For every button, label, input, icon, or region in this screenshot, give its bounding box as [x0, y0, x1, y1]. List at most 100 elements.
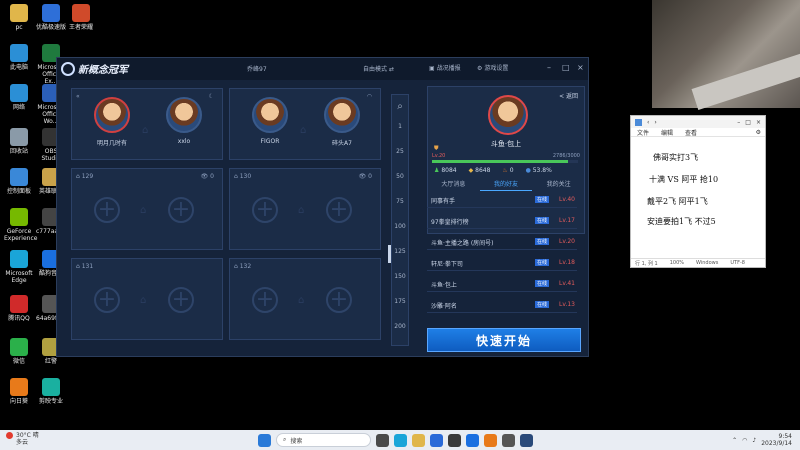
desktop-icon[interactable]: 此电脑: [4, 44, 34, 71]
close-icon[interactable]: ×: [756, 119, 761, 126]
player-avatar[interactable]: [324, 97, 360, 133]
back-arrow-icon[interactable]: «: [76, 93, 80, 100]
empty-slot[interactable]: [94, 287, 120, 313]
menu-file[interactable]: 文件: [637, 128, 649, 137]
record-button[interactable]: ▣ 战况播报: [429, 63, 461, 72]
desktop-icon[interactable]: Microsoft Edge: [4, 250, 34, 284]
menu-view[interactable]: 查看: [685, 128, 697, 137]
desktop-icon[interactable]: 微信: [4, 338, 34, 365]
clock-time: 9:54: [778, 433, 792, 440]
scroll-thumb[interactable]: [388, 245, 391, 263]
index-number[interactable]: 150: [392, 273, 408, 280]
forward-icon[interactable]: ›: [654, 119, 656, 126]
weather-widget[interactable]: 30°C 晴 多云: [6, 432, 39, 446]
back-button[interactable]: < 返回: [559, 91, 578, 100]
maximize-icon[interactable]: □: [745, 119, 751, 126]
task-view-icon[interactable]: [376, 433, 389, 447]
friend-level: Lv.17: [559, 217, 575, 224]
index-number[interactable]: 1: [392, 123, 408, 130]
room-card[interactable]: ⌂ 131 ⌂: [71, 258, 223, 340]
edge-icon[interactable]: [394, 433, 407, 447]
desktop-icon-label: 控制面板: [6, 188, 31, 195]
app-icon[interactable]: [484, 433, 497, 447]
room-card[interactable]: ⌂ 130 👁 0 ⌂: [229, 168, 381, 250]
index-number[interactable]: 50: [392, 173, 408, 180]
index-number[interactable]: 100: [392, 223, 408, 230]
profile-avatar[interactable]: [488, 95, 528, 135]
empty-slot[interactable]: [168, 287, 194, 313]
settings-icon[interactable]: ⚙: [756, 129, 761, 136]
game-window[interactable]: 新概念冠军 乔峰97 自由模式 ⇄ ▣ 战况播报 ⚙ 游戏设置 – □ × « …: [56, 57, 589, 357]
index-number[interactable]: 200: [392, 323, 408, 330]
quick-start-button[interactable]: 快速开始: [427, 328, 581, 352]
obs-icon[interactable]: [448, 433, 461, 447]
folder-icon[interactable]: [412, 433, 425, 447]
desktop-icon[interactable]: 回收站: [4, 128, 34, 155]
search-box[interactable]: ⌕ 搜索: [276, 433, 371, 447]
wifi-icon[interactable]: ◠: [742, 437, 747, 444]
friend-row[interactable]: 同事有手 在线 Lv.40: [427, 192, 577, 208]
tab-follow[interactable]: 我的关注: [532, 179, 585, 191]
room-card[interactable]: ⌂ 129 👁 0 ⌂: [71, 168, 223, 250]
desktop-icon[interactable]: 剪映专业: [36, 378, 66, 405]
system-tray: ⌃ ◠ ♪ 9:54 2023/9/14: [732, 433, 792, 447]
room-card[interactable]: ◠ ⌂ FIGOR 碎头A7: [229, 88, 381, 160]
app-icon[interactable]: [502, 433, 515, 447]
desktop-icon[interactable]: 控制面板: [4, 168, 34, 195]
maximize-button[interactable]: □: [562, 63, 570, 72]
tab-lobby[interactable]: 大厅消息: [427, 179, 480, 191]
index-number[interactable]: 75: [392, 198, 408, 205]
minimize-icon[interactable]: –: [737, 119, 740, 126]
player-avatar[interactable]: [252, 97, 288, 133]
index-number[interactable]: 25: [392, 148, 408, 155]
empty-slot[interactable]: [252, 197, 278, 223]
minimize-button[interactable]: –: [547, 63, 551, 72]
player-avatar[interactable]: [166, 97, 202, 133]
desktop-icon[interactable]: 优酷极速版: [36, 4, 66, 31]
back-icon[interactable]: ‹: [647, 119, 649, 126]
empty-slot[interactable]: [326, 287, 352, 313]
exp-text: 2786/3000: [552, 153, 580, 159]
taskbar-apps: ⌕ 搜索: [258, 433, 533, 447]
room-card[interactable]: « ☾ ⌂ 明月几时有 xxlo: [71, 88, 223, 160]
empty-slot[interactable]: [168, 197, 194, 223]
desktop-icon[interactable]: 向日葵: [4, 378, 34, 405]
friend-row[interactable]: 斗鱼·包上 在线 Lv.41: [427, 276, 577, 292]
kugou-icon[interactable]: [466, 433, 479, 447]
menu-edit[interactable]: 编辑: [661, 128, 673, 137]
close-button[interactable]: ×: [577, 63, 584, 72]
volume-icon[interactable]: ♪: [752, 437, 756, 444]
empty-slot[interactable]: [326, 197, 352, 223]
clock-date: 2023/9/14: [761, 440, 792, 447]
friend-row[interactable]: 轩尼·拳下司 在线 Lv.18: [427, 255, 577, 271]
empty-slot[interactable]: [94, 197, 120, 223]
room-card[interactable]: ⌂ 132 ⌂: [229, 258, 381, 340]
index-number[interactable]: 175: [392, 298, 408, 305]
desktop-icon[interactable]: 腾讯QQ: [4, 295, 34, 322]
player-avatar[interactable]: [94, 97, 130, 133]
empty-slot[interactable]: [252, 287, 278, 313]
friend-row[interactable]: 斗鱼·主播之路 (房间号) 在线 Lv.20: [427, 234, 577, 250]
notepad-window[interactable]: ‹ › – □ × 文件 编辑 查看 ⚙ 佛哥实打3飞 十满 VS 阿平 抢10…: [630, 115, 766, 268]
clock[interactable]: 9:54 2023/9/14: [761, 433, 792, 447]
desktop-icon[interactable]: pc: [4, 4, 34, 31]
friend-row[interactable]: 97拳皇排行榜 在线 Lv.17: [427, 213, 577, 229]
chevron-up-icon[interactable]: ⌃: [732, 437, 737, 444]
settings-button[interactable]: ⚙ 游戏设置: [477, 63, 508, 72]
tab-friends[interactable]: 我的好友: [479, 179, 533, 191]
index-number[interactable]: 125: [392, 248, 408, 255]
mode-selector[interactable]: 自由模式 ⇄: [363, 64, 394, 73]
viewer-count-text: 0: [210, 173, 214, 180]
friend-row[interactable]: 沙雕·阿名 在线 Lv.13: [427, 297, 577, 313]
store-icon[interactable]: [430, 433, 443, 447]
start-icon[interactable]: [258, 433, 271, 447]
room-index-bar[interactable]: ⌕ 1 25 50 75 100 125 150 175 200: [388, 94, 409, 346]
notepad-titlebar[interactable]: ‹ › – □ ×: [631, 116, 765, 128]
desktop-icon[interactable]: 王者荣耀: [66, 4, 96, 31]
game-icon[interactable]: [520, 433, 533, 447]
desktop-icon[interactable]: GeForce Experience: [4, 208, 37, 242]
desktop-icon[interactable]: 网络: [4, 84, 34, 111]
desktop-icon-label: 红警: [44, 358, 57, 365]
search-icon[interactable]: ⌕: [392, 101, 408, 112]
viewer-count-text: 0: [368, 173, 372, 180]
